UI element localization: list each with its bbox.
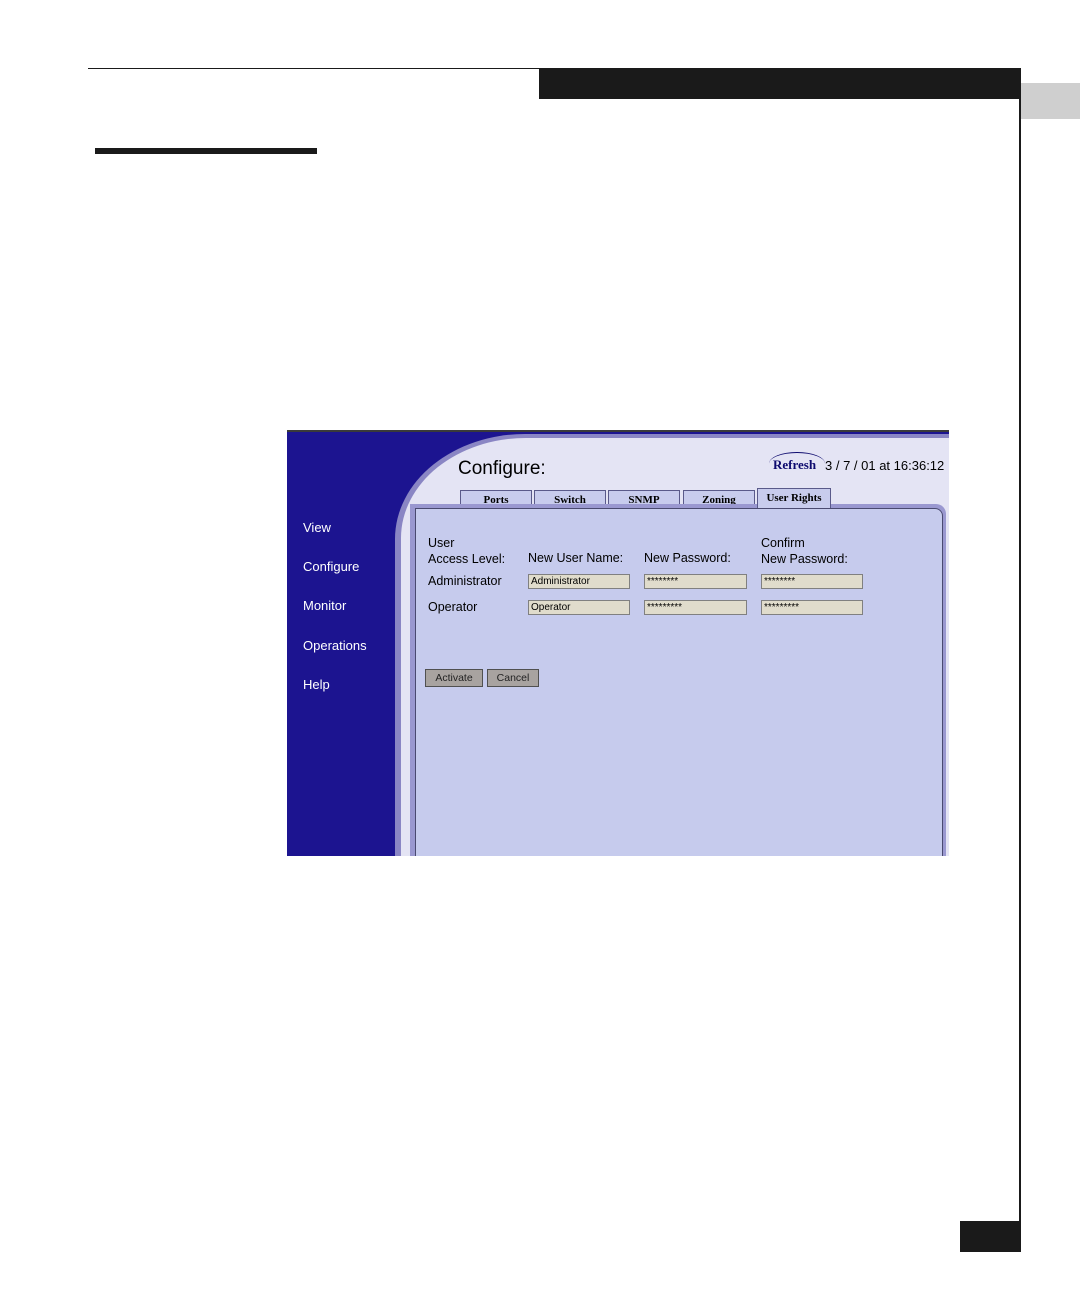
window-top-edge: [287, 430, 949, 432]
section-rule: [95, 148, 317, 154]
refresh-label: Refresh: [773, 457, 817, 472]
admin-password-field[interactable]: ********: [644, 574, 747, 589]
right-margin-rule: [1019, 68, 1021, 1252]
nav-configure[interactable]: Configure: [303, 559, 359, 574]
operator-password-field[interactable]: *********: [644, 600, 747, 615]
header-access-level: User Access Level:: [428, 536, 506, 566]
operator-user-name-field[interactable]: Operator: [528, 600, 630, 615]
admin-confirm-password-field[interactable]: ********: [761, 574, 863, 589]
app-screenshot: View Configure Monitor Operations Help C…: [287, 430, 949, 856]
header-new-user-name: New User Name:: [528, 551, 624, 565]
user-rights-panel: User Access Level: New User Name: New Pa…: [415, 508, 943, 856]
nav-monitor[interactable]: Monitor: [303, 598, 346, 613]
page-title: Configure:: [458, 458, 546, 479]
nav-help[interactable]: Help: [303, 677, 330, 692]
thumb-tab: [1021, 83, 1080, 119]
header-bar: [539, 68, 1020, 99]
row-level-administrator: Administrator: [428, 574, 502, 588]
page-number-box: [960, 1221, 1020, 1252]
activate-button[interactable]: Activate: [425, 669, 483, 687]
row-level-operator: Operator: [428, 600, 478, 614]
refresh-button[interactable]: Refresh: [769, 452, 827, 476]
tab-user-rights[interactable]: User Rights: [757, 488, 831, 508]
refresh-timestamp: 3 / 7 / 01 at 16:36:12: [825, 458, 945, 473]
header-confirm-password: Confirm New Password:: [761, 536, 848, 566]
header-new-password: New Password:: [644, 551, 731, 565]
cancel-button[interactable]: Cancel: [487, 669, 539, 687]
admin-user-name-field[interactable]: Administrator: [528, 574, 630, 589]
nav-operations[interactable]: Operations: [303, 638, 367, 653]
nav-view[interactable]: View: [303, 520, 331, 535]
operator-confirm-password-field[interactable]: *********: [761, 600, 863, 615]
